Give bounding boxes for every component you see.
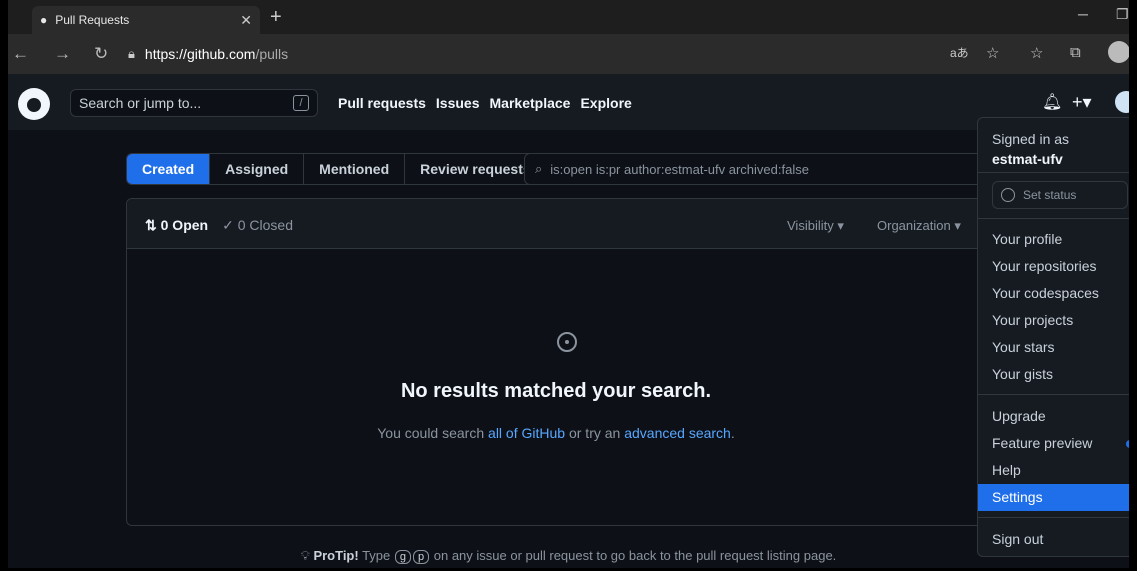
header-nav: Pull requests Issues Marketplace Explore [338,95,632,111]
advanced-search-link[interactable]: advanced search [624,425,731,441]
key-g: g [394,550,412,564]
empty-state-icon [557,332,577,352]
closed-count: 0 Closed [237,217,293,233]
chevron-down-icon: ▾ [954,218,961,233]
menu-item-your-codespaces[interactable]: Your codespaces [978,280,1129,307]
signed-in-label: Signed in as [992,131,1070,147]
divider [978,517,1129,518]
empty-sub-text: You could search [377,425,489,441]
nav-issues[interactable]: Issues [436,95,480,111]
closed-filter[interactable]: ✓ 0 Closed [222,217,293,234]
favorites-icon[interactable]: ☆ [1030,44,1043,62]
menu-item-your-repositories[interactable]: Your repositories [978,253,1129,280]
organization-dropdown[interactable]: Organization ▾ [877,218,961,234]
subnav-tabs: Created Assigned Mentioned Review reques… [126,153,547,185]
tab-title: Pull Requests [55,13,130,27]
results-box: ⇅ 0 Open ✓ 0 Closed Visibility ▾ Organiz… [126,198,986,526]
nav-pull-requests[interactable]: Pull requests [338,95,426,111]
state-toggles: ⇅ 0 Open ✓ 0 Closed [145,217,293,234]
tab-created[interactable]: Created [127,154,211,184]
url-host: https://github.com [144,46,256,62]
protip: 💡︎ ProTip! Type gp on any issue or pull … [8,548,1129,564]
organization-label: Organization [877,218,951,233]
nav-marketplace[interactable]: Marketplace [490,95,571,111]
minimize-icon[interactable]: ─ [1078,6,1088,22]
pull-request-icon: ⇅ [145,217,157,233]
search-placeholder: Search or jump to... [79,95,202,111]
results-box-header: ⇅ 0 Open ✓ 0 Closed Visibility ▾ Organiz… [127,199,985,249]
empty-sub-text: . [730,425,735,441]
forward-icon[interactable]: → [54,44,71,64]
open-count: 0 Open [160,217,209,233]
create-new-plus-icon[interactable]: +▾ [1072,92,1092,113]
menu-item-your-stars[interactable]: Your stars [978,334,1129,361]
menu-item-help[interactable]: Help [978,457,1129,484]
tab-mentioned[interactable]: Mentioned [304,154,406,184]
signed-in-block: Signed in as estmat-ufv [992,129,1069,169]
restore-icon[interactable]: ❐ [1116,6,1129,23]
menu-item-settings[interactable]: Settings [978,484,1129,511]
search-shortcut-hint: / [293,95,309,111]
close-tab-icon[interactable]: ✕ [240,12,252,29]
menu-item-feature-preview[interactable]: Feature preview [978,430,1129,457]
user-dropdown-menu: Signed in as estmat-ufv Set status Your … [977,117,1129,557]
menu-item-your-gists[interactable]: Your gists [978,361,1129,388]
notifications-bell-icon[interactable]: 🔔︎ [1042,92,1062,112]
refresh-icon[interactable]: ↻ [94,44,108,64]
search-icon: ⌕ [535,161,543,176]
browser-profile-icon[interactable] [1108,41,1129,63]
back-icon[interactable]: ← [12,44,29,64]
protip-text: on any issue or pull request to go back … [430,548,837,563]
divider [978,218,1129,219]
avatar[interactable] [1115,91,1129,113]
lock-icon: 🔒︎ [128,46,135,61]
visibility-dropdown[interactable]: Visibility ▾ [787,218,844,234]
search-input[interactable]: Search or jump to... / [70,89,318,117]
empty-sub-text: or try an [565,425,625,441]
chevron-down-icon: ▾ [837,218,844,233]
browser-tab[interactable]: ● Pull Requests ✕ [32,6,260,34]
screen: ● Pull Requests ✕ + ─ ❐ ← → ↻ 🔒︎ https:/… [0,0,1137,571]
favorite-add-icon[interactable]: ☆ [986,44,999,62]
visibility-label: Visibility [787,218,834,233]
url-field[interactable]: 🔒︎ https://github.com/pulls [128,40,978,68]
empty-state-subtitle: You could search all of GitHub or try an… [127,425,985,441]
new-tab-icon[interactable]: + [270,6,282,29]
username[interactable]: estmat-ufv [992,149,1069,169]
filter-query: is:open is:pr author:estmat-ufv archived… [550,161,809,177]
all-of-github-link[interactable]: all of GitHub [488,425,565,441]
menu-item-sign-out[interactable]: Sign out [978,526,1129,553]
github-favicon-icon: ● [40,13,48,27]
menu-item-upgrade[interactable]: Upgrade [978,403,1129,430]
open-filter[interactable]: ⇅ 0 Open [145,217,208,234]
empty-state-title: No results matched your search. [400,380,712,402]
protip-text: Type [358,548,394,563]
new-feature-dot [1126,440,1129,448]
filter-input[interactable]: ⌕ is:open is:pr author:estmat-ufv archiv… [524,153,984,185]
set-status-button[interactable]: Set status [992,181,1128,209]
check-icon: ✓ [222,217,234,233]
read-aloud-icon[interactable]: aあ [950,44,969,61]
url-path: /pulls [255,46,289,62]
key-p: p [413,550,430,564]
set-status-label: Set status [1023,188,1077,202]
protip-label: ProTip! [313,548,359,563]
feature-preview-label: Feature preview [992,435,1093,451]
menu-item-your-projects[interactable]: Your projects [978,307,1129,334]
tab-assigned[interactable]: Assigned [210,154,305,184]
nav-explore[interactable]: Explore [580,95,631,111]
smiley-icon [1001,188,1015,202]
divider [978,394,1129,395]
collections-icon[interactable]: ⧉ [1070,44,1081,61]
divider [978,172,1129,173]
github-logo-icon[interactable] [18,88,50,120]
avatar-notification-dot [1132,88,1137,97]
lightbulb-icon: 💡︎ [300,548,310,563]
menu-item-your-profile[interactable]: Your profile [978,226,1129,253]
